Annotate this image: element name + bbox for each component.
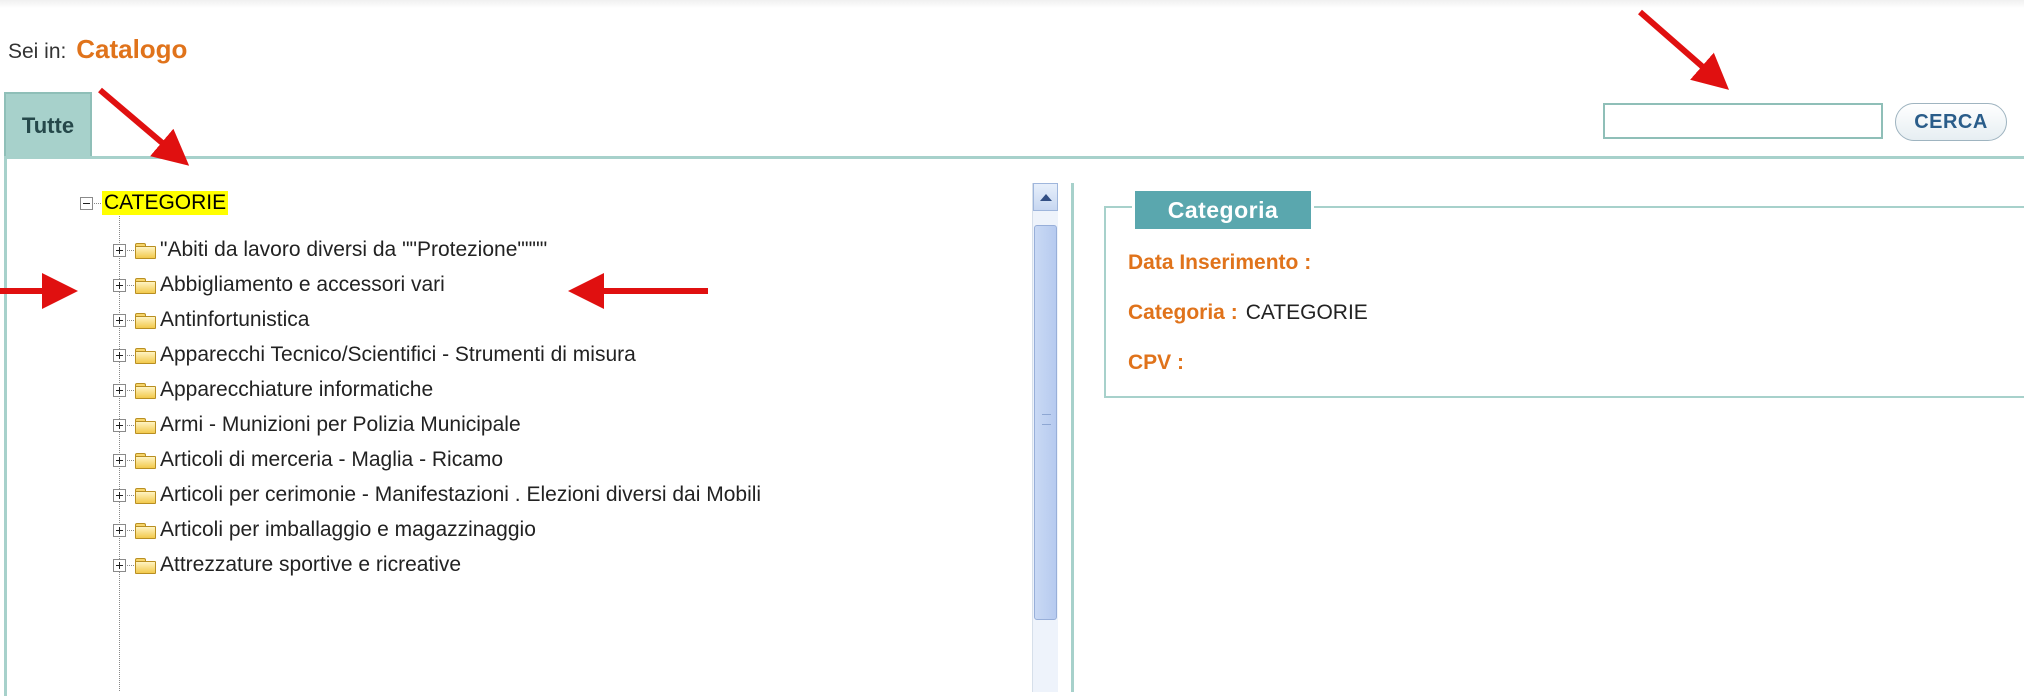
folder-icon bbox=[135, 242, 156, 259]
tree-item-label[interactable]: Apparecchi Tecnico/Scientifici - Strumen… bbox=[160, 343, 636, 367]
detail-title: Categoria bbox=[1132, 188, 1314, 232]
tree-connector bbox=[127, 564, 134, 566]
detail-title-label: Categoria bbox=[1167, 196, 1279, 223]
breadcrumb-current: Catalogo bbox=[76, 34, 188, 64]
tree-root-label[interactable]: CATEGORIE bbox=[102, 191, 229, 215]
expand-icon[interactable] bbox=[113, 243, 126, 257]
tree-connector bbox=[127, 529, 134, 531]
tree-item[interactable]: Apparecchiature informatiche bbox=[113, 375, 433, 405]
search-button-label: CERCA bbox=[1914, 110, 1988, 133]
tree-item[interactable]: Articoli per cerimonie - Manifestazioni … bbox=[113, 480, 761, 510]
arrow-to-search-icon bbox=[1638, 9, 1730, 90]
tab-tutte[interactable]: Tutte bbox=[4, 92, 92, 158]
tree-item-label[interactable]: Articoli di merceria - Maglia - Ricamo bbox=[160, 448, 503, 472]
field-cpv: CPV : bbox=[1128, 351, 1192, 375]
tree-item-label[interactable]: "Abiti da lavoro diversi da ""Protezione… bbox=[160, 238, 547, 262]
tree-scrollbar[interactable] bbox=[1032, 183, 1058, 692]
grip-icon bbox=[1042, 414, 1051, 425]
tree-item[interactable]: Armi - Munizioni per Polizia Municipale bbox=[113, 410, 521, 440]
tree-connector bbox=[127, 354, 134, 356]
tree-connector bbox=[127, 319, 134, 321]
tree-item-label[interactable]: Antinfortunistica bbox=[160, 308, 309, 332]
scroll-thumb[interactable] bbox=[1034, 225, 1057, 620]
category-tree: CATEGORIE "Abiti da lavoro diversi da ""… bbox=[6, 159, 1046, 692]
expand-icon[interactable] bbox=[113, 488, 126, 502]
folder-icon bbox=[135, 522, 156, 539]
expand-icon[interactable] bbox=[113, 453, 126, 467]
expand-icon[interactable] bbox=[113, 313, 126, 327]
expand-icon[interactable] bbox=[113, 278, 126, 292]
arrow-to-categorie-icon bbox=[98, 87, 190, 166]
top-border bbox=[0, 0, 2024, 8]
tree-root[interactable]: CATEGORIE bbox=[80, 188, 229, 218]
tree-connector bbox=[127, 494, 134, 496]
breadcrumb-prefix: Sei in: bbox=[8, 40, 67, 63]
tree-item-label[interactable]: Apparecchiature informatiche bbox=[160, 378, 433, 402]
field-label: Categoria : bbox=[1128, 301, 1238, 324]
folder-icon bbox=[135, 277, 156, 294]
tree-connector bbox=[127, 459, 134, 461]
tree-item[interactable]: Antinfortunistica bbox=[113, 305, 309, 335]
search-input[interactable] bbox=[1603, 103, 1883, 139]
folder-icon bbox=[135, 347, 156, 364]
tree-item-label[interactable]: Attrezzature sportive e ricreative bbox=[160, 553, 461, 577]
tree-item[interactable]: Apparecchi Tecnico/Scientifici - Strumen… bbox=[113, 340, 636, 370]
expand-icon[interactable] bbox=[113, 348, 126, 362]
field-data-inserimento: Data Inserimento : bbox=[1128, 251, 1319, 275]
pane-divider bbox=[1071, 183, 1074, 692]
tree-item-label[interactable]: Armi - Munizioni per Polizia Municipale bbox=[160, 413, 521, 437]
tree-item-label[interactable]: Abbigliamento e accessori vari bbox=[160, 273, 445, 297]
expand-icon[interactable] bbox=[113, 418, 126, 432]
tree-item[interactable]: Attrezzature sportive e ricreative bbox=[113, 550, 461, 580]
breadcrumb: Sei in: Catalogo bbox=[8, 34, 187, 65]
expand-icon[interactable] bbox=[113, 383, 126, 397]
tree-item[interactable]: Articoli di merceria - Maglia - Ricamo bbox=[113, 445, 503, 475]
tree-connector bbox=[127, 424, 134, 426]
tree-connector bbox=[127, 249, 134, 251]
tree-item[interactable]: Abbigliamento e accessori vari bbox=[113, 270, 445, 300]
tree-item-label[interactable]: Articoli per cerimonie - Manifestazioni … bbox=[160, 483, 761, 507]
tree-item[interactable]: Articoli per imballaggio e magazzinaggio bbox=[113, 515, 536, 545]
folder-icon bbox=[135, 452, 156, 469]
tree-item-label[interactable]: Articoli per imballaggio e magazzinaggio bbox=[160, 518, 536, 542]
folder-icon bbox=[135, 312, 156, 329]
folder-icon bbox=[135, 417, 156, 434]
expand-icon[interactable] bbox=[113, 523, 126, 537]
folder-icon bbox=[135, 487, 156, 504]
folder-icon bbox=[135, 557, 156, 574]
folder-icon bbox=[135, 382, 156, 399]
field-categoria: Categoria : CATEGORIE bbox=[1128, 301, 1368, 325]
tree-item[interactable]: "Abiti da lavoro diversi da ""Protezione… bbox=[113, 235, 547, 265]
field-label: Data Inserimento : bbox=[1128, 251, 1312, 274]
tab-label: Tutte bbox=[21, 113, 75, 138]
field-value: CATEGORIE bbox=[1245, 301, 1368, 324]
tree-connector bbox=[94, 202, 101, 204]
collapse-icon[interactable] bbox=[80, 196, 93, 210]
field-label: CPV : bbox=[1128, 351, 1185, 374]
tree-connector bbox=[127, 284, 134, 286]
tree-connector bbox=[127, 389, 134, 391]
search-button[interactable]: CERCA bbox=[1895, 103, 2007, 141]
expand-icon[interactable] bbox=[113, 558, 126, 572]
scroll-up-icon[interactable] bbox=[1033, 183, 1058, 211]
